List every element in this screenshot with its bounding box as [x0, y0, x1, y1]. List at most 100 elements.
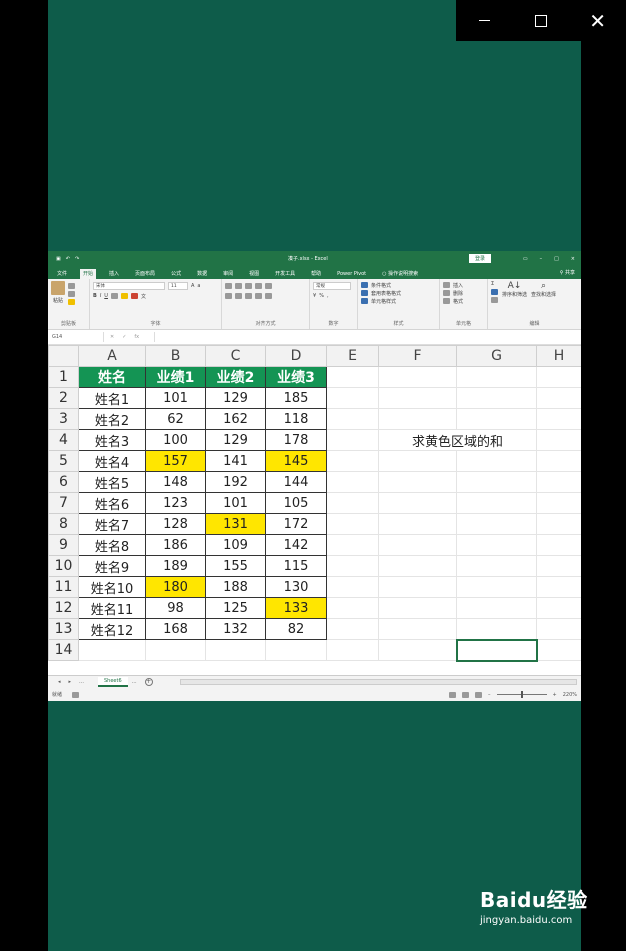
cell[interactable]: 148: [145, 471, 206, 493]
highlighted-cell[interactable]: 145: [265, 450, 327, 472]
cell[interactable]: [456, 555, 537, 577]
cell[interactable]: 129: [205, 387, 266, 409]
cell[interactable]: 189: [145, 555, 206, 577]
sheet-prev-icon[interactable]: ◂: [58, 679, 61, 685]
cell[interactable]: [536, 450, 581, 472]
cell[interactable]: [205, 639, 266, 661]
cell[interactable]: 姓名5: [78, 471, 146, 493]
header-cell-name[interactable]: 姓名: [78, 366, 146, 388]
cell[interactable]: [456, 576, 537, 598]
cell[interactable]: 101: [205, 492, 266, 514]
cell[interactable]: 162: [205, 408, 266, 430]
row-header[interactable]: 5: [48, 450, 79, 472]
cell[interactable]: [378, 366, 457, 388]
table-format-button[interactable]: 套用表格格式: [361, 289, 436, 297]
cell[interactable]: [78, 639, 146, 661]
row-header[interactable]: 7: [48, 492, 79, 514]
tab-developer[interactable]: 开发工具: [272, 269, 298, 279]
cell[interactable]: 192: [205, 471, 266, 493]
cell[interactable]: 98: [145, 597, 206, 619]
cell[interactable]: [536, 576, 581, 598]
cell[interactable]: 姓名3: [78, 429, 146, 451]
align-right-icon[interactable]: [245, 293, 252, 299]
column-header-e[interactable]: E: [326, 345, 379, 367]
macro-record-icon[interactable]: [72, 691, 80, 698]
cell[interactable]: 144: [265, 471, 327, 493]
cell[interactable]: [456, 387, 537, 409]
insert-button[interactable]: 插入: [443, 281, 484, 289]
selected-cell[interactable]: [455, 638, 538, 662]
cell[interactable]: 125: [205, 597, 266, 619]
cell[interactable]: [326, 492, 379, 514]
comma-icon[interactable]: ,: [327, 293, 329, 299]
horizontal-scrollbar[interactable]: [180, 679, 577, 685]
cell[interactable]: [378, 576, 457, 598]
cell[interactable]: [326, 597, 379, 619]
indent-icon[interactable]: [255, 293, 262, 299]
cell[interactable]: 姓名2: [78, 408, 146, 430]
cell[interactable]: [456, 366, 537, 388]
row-header[interactable]: 10: [48, 555, 79, 577]
font-name-select[interactable]: 宋体: [93, 282, 165, 290]
grow-font-icon[interactable]: A: [191, 283, 194, 289]
column-header-f[interactable]: F: [378, 345, 457, 367]
cell[interactable]: [326, 387, 379, 409]
row-header[interactable]: 14: [48, 639, 79, 661]
cell[interactable]: [536, 639, 581, 661]
column-header-c[interactable]: C: [205, 345, 266, 367]
cell[interactable]: 132: [205, 618, 266, 640]
delete-button[interactable]: 删除: [443, 289, 484, 297]
cell[interactable]: 141: [205, 450, 266, 472]
cell[interactable]: [326, 576, 379, 598]
tab-help[interactable]: 帮助: [308, 269, 324, 279]
cell[interactable]: 109: [205, 534, 266, 556]
zoom-out-icon[interactable]: –: [488, 692, 491, 698]
cell[interactable]: [265, 639, 327, 661]
row-header[interactable]: 12: [48, 597, 79, 619]
align-center-icon[interactable]: [235, 293, 242, 299]
italic-icon[interactable]: I: [100, 293, 101, 299]
sheet-tab[interactable]: Sheet6: [98, 677, 128, 687]
cell[interactable]: [326, 618, 379, 640]
column-header-g[interactable]: G: [456, 345, 537, 367]
paste-button[interactable]: 粘贴: [51, 281, 65, 305]
cell[interactable]: [536, 597, 581, 619]
bold-icon[interactable]: B: [93, 293, 97, 299]
phonetic-icon[interactable]: 文: [141, 293, 146, 300]
minimize-button[interactable]: [456, 0, 513, 41]
row-header[interactable]: 8: [48, 513, 79, 535]
cell[interactable]: [536, 387, 581, 409]
page-break-view-icon[interactable]: [475, 691, 482, 698]
cell[interactable]: [536, 408, 581, 430]
enter-icon[interactable]: ✓: [122, 334, 126, 340]
cell[interactable]: 128: [145, 513, 206, 535]
cell[interactable]: 115: [265, 555, 327, 577]
cell[interactable]: [378, 408, 457, 430]
name-box[interactable]: G14: [48, 332, 104, 342]
tab-file[interactable]: 文件: [54, 269, 70, 279]
cell[interactable]: [456, 513, 537, 535]
select-all-corner[interactable]: [48, 345, 79, 367]
cell[interactable]: 82: [265, 618, 327, 640]
cell[interactable]: 姓名4: [78, 450, 146, 472]
cell[interactable]: [536, 513, 581, 535]
number-format-select[interactable]: 常规: [313, 282, 351, 290]
excel-close-icon[interactable]: ×: [571, 256, 575, 262]
cell[interactable]: [378, 555, 457, 577]
autosum-icon[interactable]: Σ: [491, 281, 498, 287]
cell[interactable]: [326, 513, 379, 535]
tab-view[interactable]: 视图: [246, 269, 262, 279]
align-middle-icon[interactable]: [235, 283, 242, 289]
cell[interactable]: [456, 450, 537, 472]
merge-center-icon[interactable]: [265, 293, 272, 299]
instruction-note[interactable]: 求黄色区域的和: [378, 429, 537, 451]
copy-icon[interactable]: [68, 291, 75, 297]
cell[interactable]: [378, 513, 457, 535]
align-top-icon[interactable]: [225, 283, 232, 289]
cell[interactable]: [326, 408, 379, 430]
row-header[interactable]: 1: [48, 366, 79, 388]
cell[interactable]: [536, 618, 581, 640]
zoom-level[interactable]: 220%: [563, 692, 577, 698]
cell[interactable]: 105: [265, 492, 327, 514]
format-painter-icon[interactable]: [68, 299, 75, 305]
